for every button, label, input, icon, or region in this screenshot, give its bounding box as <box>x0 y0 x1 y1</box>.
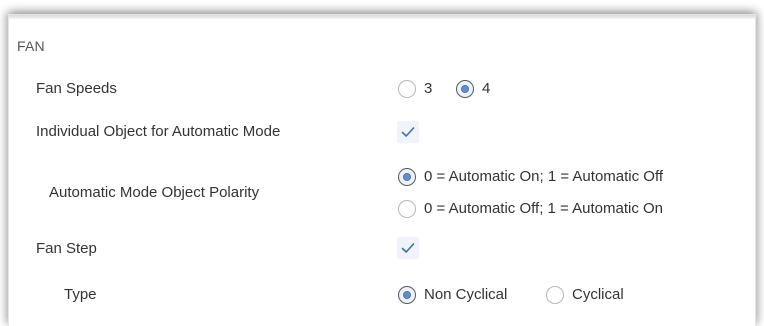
individual-object-label: Individual Object for Automatic Mode <box>36 123 281 140</box>
type-label: Type <box>64 286 97 303</box>
automatic-polarity-label: Automatic Mode Object Polarity <box>49 184 260 201</box>
panel-top-border <box>9 15 755 19</box>
type-cyclical-label: Cyclical <box>572 286 624 303</box>
fan-speeds-4-label: 4 <box>482 80 491 97</box>
checkmark-icon <box>401 127 415 137</box>
fan-step-checkbox[interactable] <box>397 237 419 259</box>
type-cyclical-radio[interactable] <box>546 286 564 304</box>
polarity-option-2-label: 0 = Automatic Off; 1 = Automatic On <box>424 200 664 217</box>
fan-speeds-3-label: 3 <box>424 80 433 97</box>
individual-object-checkbox[interactable] <box>397 121 419 143</box>
polarity-option-1-radio[interactable] <box>398 168 416 186</box>
fan-step-label: Fan Step <box>36 240 97 257</box>
fan-speeds-label: Fan Speeds <box>36 80 117 97</box>
type-non-cyclical-label: Non Cyclical <box>424 286 508 303</box>
section-title: FAN <box>17 38 45 54</box>
polarity-option-1-label: 0 = Automatic On; 1 = Automatic Off <box>424 168 664 185</box>
checkmark-icon <box>401 243 415 253</box>
fan-speeds-3-radio[interactable] <box>398 80 416 98</box>
type-non-cyclical-radio[interactable] <box>398 286 416 304</box>
fan-speeds-4-radio[interactable] <box>456 80 474 98</box>
polarity-option-2-radio[interactable] <box>398 200 416 218</box>
